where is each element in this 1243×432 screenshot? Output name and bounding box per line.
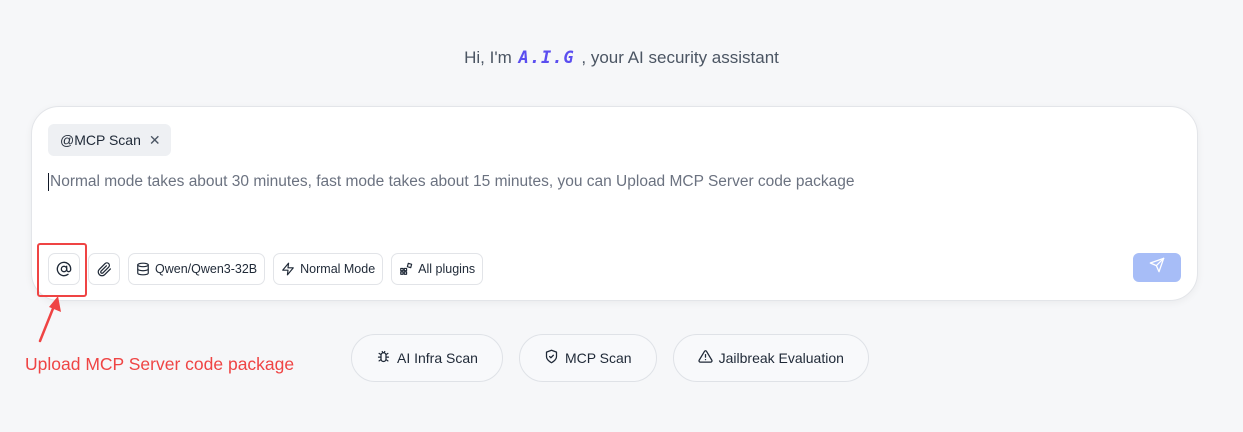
send-button[interactable] xyxy=(1133,253,1181,282)
quick-actions: AI Infra Scan MCP Scan Jailbreak Evaluat… xyxy=(351,334,869,382)
quick-action-label: MCP Scan xyxy=(564,350,632,366)
greeting-suffix: , your AI security assistant xyxy=(581,48,779,67)
quick-action-label: Jailbreak Evaluation xyxy=(718,350,844,366)
shield-icon xyxy=(544,349,559,367)
mode-selector[interactable]: Normal Mode xyxy=(273,253,384,285)
mode-label: Normal Mode xyxy=(300,262,376,276)
bug-icon xyxy=(376,349,391,367)
annotation-arrow-icon xyxy=(38,296,61,343)
database-icon xyxy=(136,262,150,276)
at-sign-icon xyxy=(56,261,72,277)
input-placeholder: Normal mode takes about 30 minutes, fast… xyxy=(50,173,855,190)
composer-toolbar: Qwen/Qwen3-32B Normal Mode All plugins xyxy=(48,253,484,285)
warning-triangle-icon xyxy=(697,349,713,367)
page: Hi, I'm A.I.G , your AI security assista… xyxy=(0,0,1243,432)
greeting: Hi, I'm A.I.G , your AI security assista… xyxy=(0,48,1243,68)
tag-label: @MCP Scan xyxy=(60,132,141,148)
selected-skill-tag: @MCP Scan ✕ xyxy=(48,124,171,156)
greeting-prefix: Hi, I'm xyxy=(464,48,512,67)
plugins-selector[interactable]: All plugins xyxy=(391,253,484,285)
ai-infra-scan-button[interactable]: AI Infra Scan xyxy=(351,334,503,382)
close-icon[interactable]: ✕ xyxy=(149,133,161,147)
mention-button[interactable] xyxy=(48,253,80,285)
model-label: Qwen/Qwen3-32B xyxy=(155,262,258,276)
brand-name: A.I.G xyxy=(518,48,575,68)
plugins-label: All plugins xyxy=(418,262,476,276)
attach-button[interactable] xyxy=(88,253,120,285)
mcp-scan-button[interactable]: MCP Scan xyxy=(518,334,657,382)
quick-action-label: AI Infra Scan xyxy=(397,350,478,366)
send-icon xyxy=(1149,257,1165,278)
plugins-icon xyxy=(399,262,413,276)
message-input[interactable]: Normal mode takes about 30 minutes, fast… xyxy=(48,170,1168,194)
paperclip-icon xyxy=(97,261,112,277)
annotation-text: Upload MCP Server code package xyxy=(25,354,295,374)
jailbreak-evaluation-button[interactable]: Jailbreak Evaluation xyxy=(672,334,869,382)
chat-composer: @MCP Scan ✕ Normal mode takes about 30 m… xyxy=(31,106,1198,301)
lightning-icon xyxy=(281,262,295,276)
text-caret xyxy=(48,173,49,191)
model-selector[interactable]: Qwen/Qwen3-32B xyxy=(128,253,266,285)
